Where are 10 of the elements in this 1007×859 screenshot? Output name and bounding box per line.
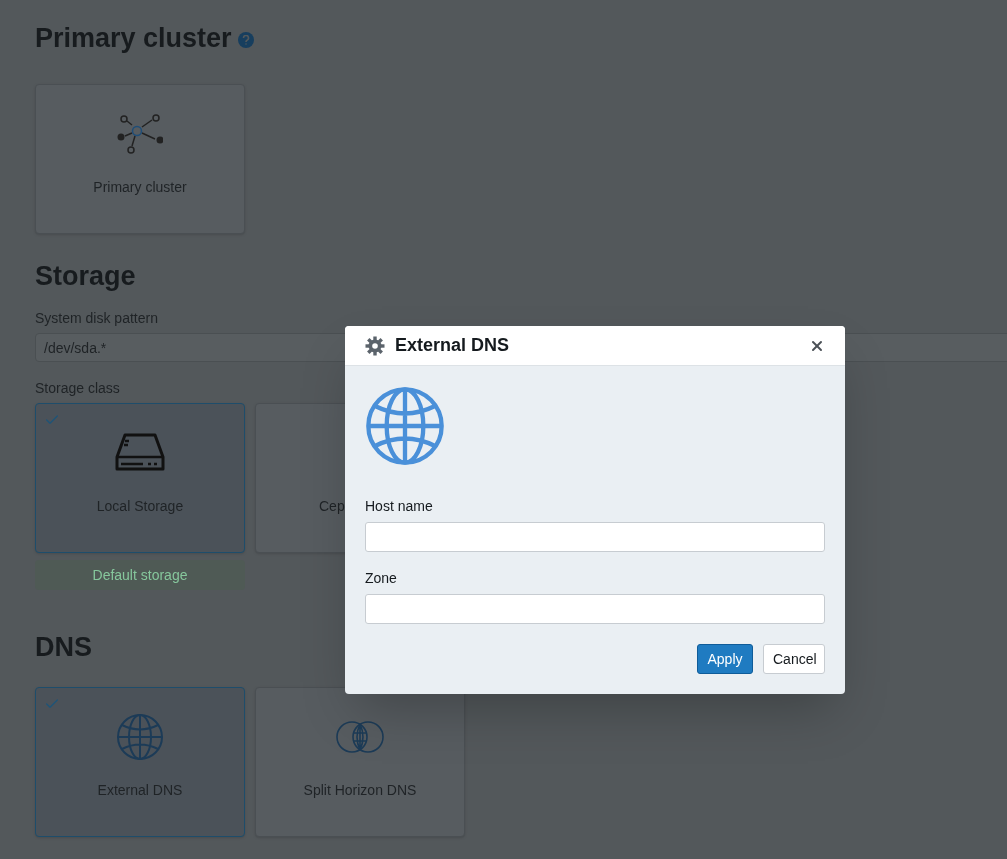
section-heading: Storage	[35, 260, 136, 292]
field-label: Host name	[365, 497, 434, 516]
card-label: Split Horizon DNS	[303, 781, 417, 800]
default-storage-badge: Default storage	[35, 560, 245, 590]
dialog-title: External DNS	[395, 334, 511, 357]
section-heading: Primary cluster	[35, 21, 232, 55]
card-label: Primary cluster	[93, 178, 187, 197]
card-label: Cep	[319, 497, 345, 516]
field-label: Zone	[365, 569, 398, 588]
section-heading: DNS	[35, 631, 92, 663]
